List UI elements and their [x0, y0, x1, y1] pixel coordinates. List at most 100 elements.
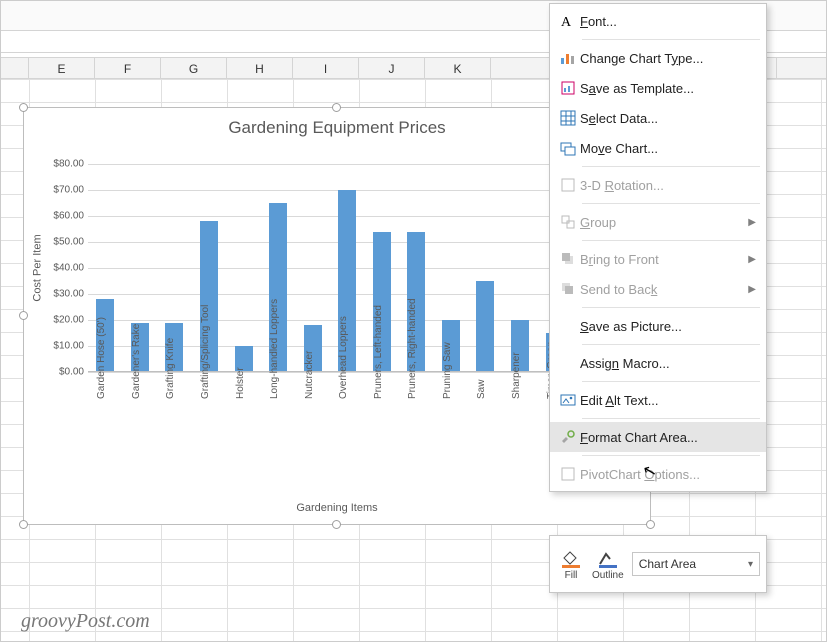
x-axis-labels: Garden Hose (50') Gardener's Rake Grafting…	[88, 376, 572, 496]
menu-group: Group ▶	[550, 207, 766, 237]
menu-label: Select Data...	[580, 111, 756, 126]
col-header[interactable]: K	[425, 58, 491, 78]
menu-separator	[582, 166, 760, 167]
outline-button[interactable]: Outline	[588, 546, 628, 583]
col-header[interactable]: E	[29, 58, 95, 78]
svg-text:A: A	[561, 15, 572, 29]
format-icon	[556, 429, 580, 445]
x-tick-label: Pruners, Left-handed	[373, 381, 384, 399]
menu-assign-macro[interactable]: Assign Macro...	[550, 348, 766, 378]
y-tick-label: $0.00	[59, 367, 84, 378]
submenu-arrow-icon: ▶	[748, 217, 756, 228]
x-axis-label[interactable]: Gardening Items	[24, 502, 650, 514]
menu-label: PivotChart Options...	[580, 467, 756, 482]
menu-label: Save as Picture...	[580, 319, 756, 334]
submenu-arrow-icon: ▶	[748, 254, 756, 265]
template-icon	[556, 80, 580, 96]
gridline	[88, 372, 572, 373]
menu-label: Change Chart Type...	[580, 51, 756, 66]
x-tick-label: Garden Hose (50')	[96, 381, 107, 399]
y-tick-label: $60.00	[53, 211, 84, 222]
resize-handle[interactable]	[332, 103, 341, 112]
resize-handle[interactable]	[19, 520, 28, 529]
x-tick-label: Grafting/Splicing Tool	[200, 381, 211, 399]
y-tick-label: $40.00	[53, 263, 84, 274]
menu-separator	[582, 307, 760, 308]
menu-separator	[582, 344, 760, 345]
pivot-icon	[556, 466, 580, 482]
move-chart-icon	[556, 140, 580, 156]
chevron-down-icon: ▾	[748, 559, 753, 570]
y-tick-label: $20.00	[53, 315, 84, 326]
resize-handle[interactable]	[19, 311, 28, 320]
menu-select-data[interactable]: Select Data...	[550, 103, 766, 133]
outline-icon	[597, 548, 619, 570]
fill-icon	[560, 548, 582, 570]
col-header-blank	[1, 58, 29, 78]
menu-separator	[582, 418, 760, 419]
resize-handle[interactable]	[646, 520, 655, 529]
col-header[interactable]: J	[359, 58, 425, 78]
menu-font[interactable]: A Font...	[550, 6, 766, 36]
group-icon	[556, 214, 580, 230]
col-header[interactable]: F	[95, 58, 161, 78]
font-icon: A	[556, 13, 580, 29]
fill-button[interactable]: Fill	[556, 546, 586, 583]
chart-type-icon	[556, 50, 580, 66]
menu-label: Save as Template...	[580, 81, 756, 96]
menu-separator	[582, 39, 760, 40]
menu-label: Format Chart Area...	[580, 430, 756, 445]
x-tick-label: Saw	[476, 381, 487, 399]
menu-save-as-template[interactable]: Save as Template...	[550, 73, 766, 103]
bring-front-icon	[556, 251, 580, 267]
menu-change-chart-type[interactable]: Change Chart Type...	[550, 43, 766, 73]
x-tick-label: Nutcracker	[304, 381, 315, 399]
col-header[interactable]: I	[293, 58, 359, 78]
y-axis-ticks: $0.00$10.00$20.00$30.00$40.00$50.00$60.0…	[48, 164, 88, 372]
x-tick-label: Grafting Knife	[165, 381, 176, 399]
resize-handle[interactable]	[19, 103, 28, 112]
chart-element-selector[interactable]: Chart Area ▾	[632, 552, 760, 576]
x-axis-line	[88, 371, 572, 372]
bar[interactable]	[476, 281, 494, 372]
y-tick-label: $50.00	[53, 237, 84, 248]
menu-pivotchart-options: PivotChart Options...	[550, 459, 766, 489]
menu-send-to-back: Send to Back ▶	[550, 274, 766, 304]
bar-series[interactable]	[88, 164, 572, 372]
menu-separator	[582, 381, 760, 382]
y-axis-label[interactable]: Cost Per Item	[30, 164, 46, 372]
menu-edit-alt-text[interactable]: Edit Alt Text...	[550, 385, 766, 415]
menu-move-chart[interactable]: Move Chart...	[550, 133, 766, 163]
submenu-arrow-icon: ▶	[748, 284, 756, 295]
menu-bring-to-front: Bring to Front ▶	[550, 244, 766, 274]
alt-text-icon	[556, 392, 580, 408]
menu-label: Group	[580, 215, 748, 230]
watermark: groovyPost.com	[21, 610, 150, 633]
x-tick-label: Sharpener	[511, 381, 522, 399]
col-header[interactable]: H	[227, 58, 293, 78]
menu-3d-rotation: 3-D Rotation...	[550, 170, 766, 200]
y-tick-label: $10.00	[53, 341, 84, 352]
mini-toolbar: Fill Outline Chart Area ▾	[549, 535, 767, 593]
selector-value: Chart Area	[639, 557, 696, 571]
menu-separator	[582, 455, 760, 456]
menu-label: Send to Back	[580, 282, 748, 297]
menu-label: 3-D Rotation...	[580, 178, 756, 193]
rotation-icon	[556, 177, 580, 193]
chart-context-menu: A Font... Change Chart Type... Save as T…	[549, 3, 767, 492]
x-tick-label: Long-handled Loppers	[269, 381, 280, 399]
menu-save-as-picture[interactable]: Save as Picture...	[550, 311, 766, 341]
x-tick-label: Gardener's Rake	[131, 381, 142, 399]
y-tick-label: $70.00	[53, 185, 84, 196]
plot-area[interactable]	[88, 164, 572, 372]
resize-handle[interactable]	[332, 520, 341, 529]
menu-label: Assign Macro...	[580, 356, 756, 371]
x-tick-label: Overhead Loppers	[338, 381, 349, 399]
menu-label: Move Chart...	[580, 141, 756, 156]
menu-label: Edit Alt Text...	[580, 393, 756, 408]
fill-label: Fill	[565, 570, 578, 581]
menu-format-chart-area[interactable]: Format Chart Area...	[550, 422, 766, 452]
col-header[interactable]: G	[161, 58, 227, 78]
outline-label: Outline	[592, 570, 624, 581]
menu-label: Bring to Front	[580, 252, 748, 267]
